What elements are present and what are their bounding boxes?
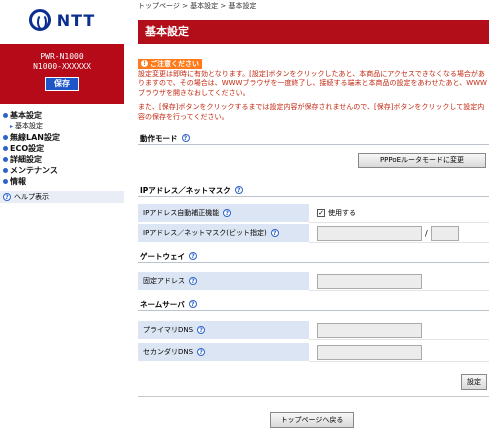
model-name: PWR-N1000 (40, 52, 84, 61)
bullet-icon (3, 146, 8, 151)
set-button[interactable]: 設定 (461, 374, 487, 390)
breadcrumb: トップページ > 基本設定 > 基本設定 (138, 2, 257, 10)
ip-auto-correct-checkbox[interactable]: ✓ (317, 209, 325, 217)
bullet-icon (3, 157, 8, 162)
primary-dns-row: プライマリDNS ? (138, 321, 489, 340)
back-to-top-button[interactable]: トップページへ戻る (270, 412, 354, 428)
ip-netmask-row: IPアドレス／ネットマスク(ビット指定) ? / (138, 224, 489, 243)
notice-badge: ! ご注意ください (138, 58, 202, 69)
section-title-ip: IPアドレス／ネットマスク ? (138, 184, 489, 197)
field-label: プライマリDNS ? (138, 321, 309, 340)
sidebar-item-label: 詳細設定 (10, 155, 42, 164)
help-icon[interactable]: ? (270, 229, 279, 237)
notice-label: ご注意ください (150, 59, 199, 68)
field-value (309, 321, 489, 340)
sidebar: NTT PWR-N1000 N1000-XXXXXX 保存 基本設定 ▸ 基本設… (0, 0, 124, 443)
section-title-mode: 動作モード ? (138, 132, 489, 145)
help-icon[interactable]: ? (181, 134, 190, 142)
gateway-label: 固定アドレス (143, 277, 185, 285)
field-value: / (309, 224, 489, 243)
help-icon[interactable]: ? (197, 348, 206, 356)
sidebar-subitem-basic-settings[interactable]: ▸ 基本設定 (0, 121, 124, 132)
sidebar-item-label: 無線LAN設定 (10, 133, 60, 142)
sidebar-item-info[interactable]: 情報 (0, 176, 124, 187)
secondary-dns-row: セカンダリDNS ? (138, 343, 489, 362)
change-mode-button[interactable]: PPPoEルータモードに変更 (358, 153, 486, 168)
notice-box: ! ご注意ください 設定変更は即時に有効となります。[設定]ボタンをクリックした… (138, 58, 489, 122)
sidebar-item-label: ECO設定 (10, 144, 45, 153)
sidebar-item-maintenance[interactable]: メンテナンス (0, 165, 124, 176)
bullet-icon (3, 135, 8, 140)
ip-address-input[interactable] (317, 225, 422, 241)
sidebar-item-label: 情報 (10, 177, 26, 186)
help-toggle[interactable]: ? ヘルプ表示 (0, 191, 124, 203)
section-title-text: ゲートウェイ (140, 251, 185, 261)
save-button[interactable]: 保存 (45, 77, 79, 91)
field-label: セカンダリDNS ? (138, 343, 309, 362)
field-value (309, 272, 489, 291)
help-icon[interactable]: ? (188, 300, 197, 308)
checkbox-label: 使用する (328, 209, 356, 217)
bullet-icon (3, 168, 8, 173)
primary-dns-label: プライマリDNS (143, 326, 194, 334)
section-title-text: 動作モード (140, 133, 178, 143)
ip-auto-correct-label: IPアドレス自動補正機能 (143, 209, 220, 217)
sidebar-item-basic-settings[interactable]: 基本設定 (0, 110, 124, 121)
sidebar-item-wireless-lan[interactable]: 無線LAN設定 (0, 132, 124, 143)
field-label: IPアドレス／ネットマスク(ビット指定) ? (138, 224, 309, 243)
page-title: 基本設定 (138, 20, 489, 44)
help-icon[interactable]: ? (189, 252, 197, 260)
primary-dns-input[interactable] (317, 322, 422, 338)
secondary-dns-input[interactable] (317, 344, 422, 360)
field-label: IPアドレス自動補正機能 ? (138, 204, 309, 223)
ntt-logo: NTT (0, 0, 124, 40)
help-label: ヘルプ表示 (14, 193, 49, 201)
section-title-text: IPアドレス／ネットマスク (140, 185, 231, 195)
model-id: N1000-XXXXXX (33, 62, 91, 71)
notice-text-2: また、[保存]ボタンをクリックするまでは設定内容が保存されませんので、[保存]ボ… (138, 103, 485, 121)
separator: / (425, 228, 428, 238)
warning-icon: ! (141, 60, 148, 67)
notice-text-1: 設定変更は即時に有効となります。[設定]ボタンをクリックしたあと、本商品にアクセ… (138, 69, 487, 97)
divider (138, 396, 489, 397)
ip-auto-correct-row: IPアドレス自動補正機能 ? ✓ 使用する (138, 204, 489, 223)
logo-text: NTT (56, 10, 96, 30)
help-icon[interactable]: ? (223, 209, 232, 217)
section-title-text: ネームサーバ (140, 299, 185, 309)
secondary-dns-label: セカンダリDNS (143, 348, 194, 356)
gateway-row: 固定アドレス ? (138, 272, 489, 291)
sidebar-item-eco[interactable]: ECO設定 (0, 143, 124, 154)
help-icon[interactable]: ? (189, 277, 197, 285)
gateway-input[interactable] (317, 273, 422, 289)
field-value (309, 343, 489, 362)
help-icon: ? (3, 193, 11, 201)
main-content: トップページ > 基本設定 > 基本設定 基本設定 ! ご注意ください 設定変更… (128, 0, 495, 443)
arrow-icon: ▸ (10, 123, 14, 130)
netmask-bits-input[interactable] (430, 225, 459, 241)
field-label: 固定アドレス ? (138, 272, 309, 291)
ntt-logo-icon (28, 9, 51, 31)
bullet-icon (3, 113, 8, 118)
model-info-panel: PWR-N1000 N1000-XXXXXX 保存 (0, 44, 124, 104)
sidebar-item-label: 基本設定 (15, 122, 44, 130)
field-value: ✓ 使用する (309, 204, 489, 223)
ip-netmask-label: IPアドレス／ネットマスク(ビット指定) (143, 229, 267, 237)
help-icon[interactable]: ? (234, 186, 243, 194)
bullet-icon (3, 179, 8, 184)
sidebar-menu: 基本設定 ▸ 基本設定 無線LAN設定 ECO設定 詳細設定 メンテナンス 情報… (0, 110, 124, 203)
help-icon[interactable]: ? (197, 326, 206, 334)
sidebar-item-label: 基本設定 (10, 111, 42, 120)
section-title-dns: ネームサーバ ? (138, 298, 489, 311)
sidebar-item-advanced[interactable]: 詳細設定 (0, 154, 124, 165)
sidebar-item-label: メンテナンス (10, 166, 58, 175)
section-title-gateway: ゲートウェイ ? (138, 250, 489, 263)
